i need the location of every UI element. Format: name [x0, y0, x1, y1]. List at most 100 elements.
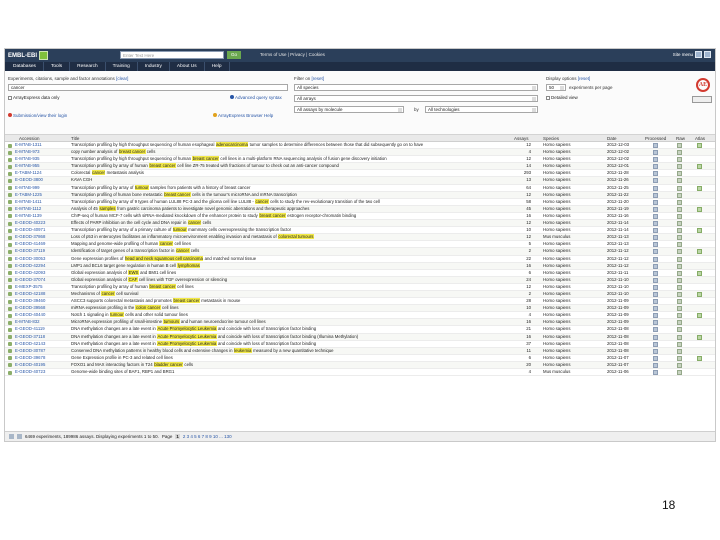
row-accession[interactable]: E-GEOD-37074: [15, 277, 45, 284]
atlas-icon[interactable]: [697, 143, 702, 148]
row-accession[interactable]: E-GEOD-37868: [15, 234, 45, 241]
processed-data-icon[interactable]: [653, 256, 658, 262]
table-row[interactable]: E-MTAB-1311 Transcription profiling by hi…: [5, 142, 715, 150]
processed-data-icon[interactable]: [653, 235, 658, 241]
expand-icon[interactable]: [8, 363, 12, 368]
processed-data-icon[interactable]: [653, 263, 658, 269]
expand-icon[interactable]: [8, 264, 12, 269]
raw-data-icon[interactable]: [677, 327, 682, 333]
raw-data-icon[interactable]: [677, 185, 682, 191]
row-accession[interactable]: E-GEOD-39678: [15, 355, 45, 362]
row-accession[interactable]: E-GEOD-41119: [15, 326, 45, 333]
raw-data-icon[interactable]: [677, 341, 682, 347]
molecule-select[interactable]: All assays by molecule: [294, 106, 404, 113]
row-accession[interactable]: E-MTAB-1311: [15, 142, 42, 149]
processed-data-icon[interactable]: [653, 284, 658, 290]
export-icon[interactable]: [9, 434, 14, 439]
raw-data-icon[interactable]: [677, 192, 682, 198]
expand-icon[interactable]: [8, 313, 12, 318]
table-row[interactable]: E-GEOD-39568 miRNA expression profiling i…: [5, 305, 715, 313]
raw-data-icon[interactable]: [677, 228, 682, 234]
row-accession[interactable]: E-GEOD-42294: [15, 263, 45, 270]
raw-data-icon[interactable]: [677, 213, 682, 219]
raw-data-icon[interactable]: [677, 171, 682, 177]
table-row[interactable]: E-GEOD-40440 Notch 1 signaling in tumour …: [5, 312, 715, 320]
expand-icon[interactable]: [8, 356, 12, 361]
expand-icon[interactable]: [8, 207, 12, 212]
processed-data-icon[interactable]: [653, 221, 658, 227]
raw-data-icon[interactable]: [677, 256, 682, 262]
page-links[interactable]: 2 3 4 5 6 7 8 9 10 ... 130: [183, 434, 232, 439]
row-accession[interactable]: E-GEOD-41469: [15, 241, 45, 248]
expand-icon[interactable]: [8, 349, 12, 354]
raw-data-icon[interactable]: [677, 355, 682, 361]
atlas-icon[interactable]: [697, 270, 702, 276]
processed-data-icon[interactable]: [653, 270, 658, 276]
raw-data-icon[interactable]: [677, 150, 682, 156]
expand-icon[interactable]: [8, 214, 12, 219]
nav-item-help[interactable]: Help: [205, 62, 230, 71]
row-accession[interactable]: E-MTAB-832: [15, 319, 40, 326]
nav-item-databases[interactable]: Databases: [6, 62, 44, 71]
expand-icon[interactable]: [8, 285, 12, 290]
expand-icon[interactable]: [8, 186, 12, 191]
atlas-icon[interactable]: [697, 355, 702, 361]
expand-icon[interactable]: [8, 228, 12, 233]
row-accession[interactable]: E-GEOD-39568: [15, 305, 45, 312]
processed-data-icon[interactable]: [653, 348, 658, 354]
row-accession[interactable]: E-GEOD-40195: [15, 362, 45, 369]
atlas-icon[interactable]: [697, 291, 702, 297]
row-accession[interactable]: E-GEOD-40971: [15, 227, 45, 234]
processed-data-icon[interactable]: [653, 178, 658, 184]
col-accession[interactable]: Accession: [19, 136, 40, 141]
raw-data-icon[interactable]: [677, 143, 682, 148]
row-accession[interactable]: E-TABM-1225: [15, 192, 42, 199]
raw-data-icon[interactable]: [677, 370, 682, 375]
col-raw[interactable]: Raw: [676, 136, 685, 141]
processed-data-icon[interactable]: [653, 370, 658, 375]
table-row[interactable]: E-GEOD-42188 Mechanisms of cancer cell su…: [5, 290, 715, 299]
row-accession[interactable]: E-GEOD-37118: [15, 334, 45, 341]
filter-reset-link[interactable]: [reset]: [312, 76, 325, 81]
raw-data-icon[interactable]: [677, 277, 682, 283]
expand-icon[interactable]: [8, 242, 12, 247]
atlas-icon[interactable]: [697, 164, 702, 170]
processed-data-icon[interactable]: [653, 306, 658, 312]
row-accession[interactable]: E-MTAB-955: [15, 163, 40, 170]
row-accession[interactable]: E-MEXP-3575: [15, 284, 42, 291]
row-accession[interactable]: E-GEOD-39460: [15, 298, 45, 305]
row-accession[interactable]: E-TABM-1124: [15, 170, 42, 177]
row-accession[interactable]: E-MTAB-1112: [15, 206, 41, 213]
expand-icon[interactable]: [8, 235, 12, 240]
atlas-icon[interactable]: [697, 334, 702, 340]
raw-data-icon[interactable]: [677, 164, 682, 170]
nav-item-research[interactable]: Research: [70, 62, 106, 71]
processed-data-icon[interactable]: [653, 143, 658, 148]
atlas-icon[interactable]: [697, 313, 702, 319]
processed-data-icon[interactable]: [653, 228, 658, 234]
query-button[interactable]: [692, 96, 712, 103]
table-row[interactable]: E-GEOD-41469 Mapping and genome-wide prof…: [5, 241, 715, 249]
table-row[interactable]: E-GEOD-42294 LMP1 and BCL6 target gene re…: [5, 262, 715, 270]
table-row[interactable]: E-MTAB-1112 Analysis of 45 samples from g…: [5, 205, 715, 213]
expand-icon[interactable]: [8, 370, 12, 375]
table-row[interactable]: E-GEOD-30053 Gene expression profiles of …: [5, 255, 715, 263]
nav-item-about[interactable]: About Us: [170, 62, 205, 71]
per-page-select[interactable]: 50: [546, 84, 566, 91]
table-row[interactable]: E-GEOD-30787 Conserved DNA methylation pa…: [5, 347, 715, 355]
row-accession[interactable]: E-GEOD-42188: [15, 291, 45, 298]
processed-data-icon[interactable]: [653, 249, 658, 255]
table-row[interactable]: E-GEOD-42093 Global expression analysis o…: [5, 269, 715, 277]
table-row[interactable]: E-GEOD-42143 DNA methylation changes are …: [5, 340, 715, 348]
technology-select[interactable]: All technologies: [425, 106, 538, 113]
table-row[interactable]: E-GEOD-37868 Loss of p53 in enterocytes f…: [5, 234, 715, 242]
processed-data-icon[interactable]: [653, 362, 658, 368]
col-species[interactable]: Species: [543, 136, 559, 141]
processed-data-icon[interactable]: [653, 299, 658, 305]
nav-item-training[interactable]: Training: [106, 62, 138, 71]
col-processed[interactable]: Processed: [645, 136, 666, 141]
table-row[interactable]: E-MTAB-935 Transcription profiling by hig…: [5, 156, 715, 164]
row-accession[interactable]: E-GEOD-40440: [15, 312, 45, 319]
processed-data-icon[interactable]: [653, 341, 658, 347]
browser-help-link[interactable]: ArrayExpress Browser Help: [213, 113, 273, 118]
